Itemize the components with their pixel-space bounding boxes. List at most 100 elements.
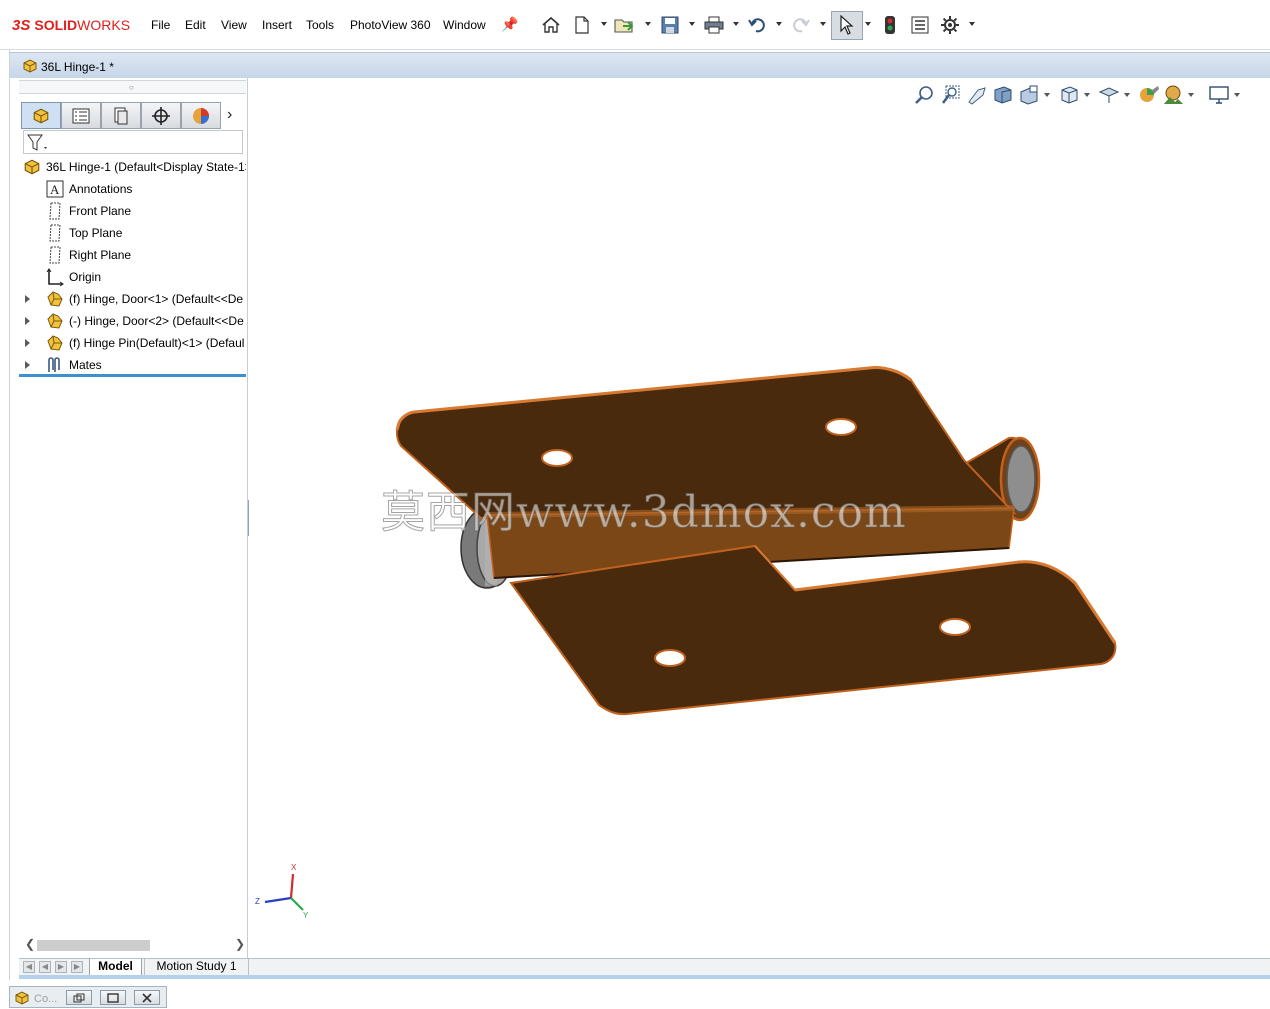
- first-tab-icon[interactable]: ◀: [23, 961, 35, 973]
- propertymanager-icon: [72, 108, 90, 123]
- traffic-light-icon[interactable]: [879, 14, 901, 36]
- bottom-tab-bar: ◀ ◀ ▶ ▶ Model Motion Study 1: [19, 958, 1270, 976]
- triad-z-axis: [264, 896, 292, 904]
- tree-item-label: (f) Hinge, Door<1> (Default<<De: [69, 292, 244, 306]
- new-dropdown-arrow[interactable]: [601, 22, 607, 26]
- tree-item-hinge-door-2[interactable]: (-) Hinge, Door<2> (Default<<De: [19, 310, 246, 332]
- triad-y-axis: [290, 897, 304, 911]
- assembly-icon: [15, 991, 29, 1005]
- tree-item-origin[interactable]: Origin: [19, 266, 246, 288]
- undo-icon[interactable]: [746, 14, 768, 36]
- panel-horizontal-scrollbar[interactable]: ❮ ❯: [21, 936, 246, 954]
- part-icon: [47, 313, 63, 329]
- print-dropdown-arrow[interactable]: [733, 22, 739, 26]
- pin-menu-icon[interactable]: 📌: [501, 16, 518, 33]
- select-icon[interactable]: [835, 14, 857, 36]
- scroll-right-icon[interactable]: ❯: [235, 937, 245, 951]
- configurationmanager-tab[interactable]: [101, 102, 141, 129]
- menu-edit[interactable]: Edit: [185, 18, 206, 32]
- more-tabs-chevron-icon[interactable]: ›: [227, 106, 232, 124]
- options-dropdown-arrow[interactable]: [969, 22, 975, 26]
- scroll-left-icon[interactable]: ❮: [25, 937, 35, 951]
- display-manager-icon: [193, 107, 209, 124]
- menu-file[interactable]: File: [151, 18, 170, 32]
- dimxpert-tab[interactable]: [141, 102, 181, 129]
- panel-grip[interactable]: ○: [19, 80, 246, 94]
- watermark-text: 莫西网www.3dmox.com: [381, 487, 907, 539]
- next-tab-icon[interactable]: ▶: [55, 961, 67, 973]
- tree-item-label: Front Plane: [69, 204, 132, 218]
- tree-item-top-plane[interactable]: Top Plane: [19, 222, 246, 244]
- restore-button[interactable]: [66, 990, 92, 1005]
- configurationmanager-icon: [114, 107, 128, 124]
- propertymanager-tab[interactable]: [61, 102, 101, 129]
- tree-item-label: (f) Hinge Pin(Default)<1> (Defaul: [69, 336, 245, 350]
- tree-filter[interactable]: [23, 130, 243, 154]
- print-icon[interactable]: [703, 14, 725, 36]
- menu-tools[interactable]: Tools: [306, 18, 334, 32]
- tree-item-mates[interactable]: Mates: [19, 354, 246, 376]
- tree-item-annotations[interactable]: A Annotations: [19, 178, 246, 200]
- menu-view[interactable]: View: [221, 18, 247, 32]
- open-icon[interactable]: [614, 14, 636, 36]
- graphics-viewport[interactable]: 莫西网www.3dmox.com X Z Y: [249, 78, 1270, 958]
- tab-model[interactable]: Model: [89, 959, 142, 976]
- reference-triad[interactable]: X Z Y: [253, 860, 313, 920]
- solidworks-window: 3S SOLIDWORKS File Edit View Insert Tool…: [0, 0, 1270, 1009]
- home-icon[interactable]: [540, 14, 562, 36]
- tree-root-label: 36L Hinge-1 (Default<Display State-1>: [46, 160, 246, 174]
- save-icon[interactable]: [659, 14, 681, 36]
- menu-bar: 3S SOLIDWORKS File Edit View Insert Tool…: [0, 0, 1270, 50]
- prev-tab-icon[interactable]: ◀: [39, 961, 51, 973]
- select-dropdown-arrow[interactable]: [865, 22, 871, 26]
- expand-arrow-icon[interactable]: [25, 295, 30, 303]
- tree-item-right-plane[interactable]: Right Plane: [19, 244, 246, 266]
- tree-item-label: (-) Hinge, Door<2> (Default<<De: [69, 314, 244, 328]
- options-gear-icon[interactable]: [939, 14, 961, 36]
- save-dropdown-arrow[interactable]: [689, 22, 695, 26]
- feature-manager-panel: ○ › 36L Hinge-1 (Default<Display State-1…: [19, 78, 248, 958]
- mates-icon: [48, 357, 60, 372]
- panel-tab-strip: [21, 102, 246, 129]
- document-title-bar: 36L Hinge-1 *: [10, 52, 1270, 78]
- close-button[interactable]: [134, 990, 160, 1005]
- new-document-icon[interactable]: [571, 14, 593, 36]
- tree-item-label: Mates: [69, 358, 102, 372]
- expand-arrow-icon[interactable]: [25, 339, 30, 347]
- open-dropdown-arrow[interactable]: [645, 22, 651, 26]
- menu-photoview[interactable]: PhotoView 360: [350, 18, 431, 32]
- minimized-window[interactable]: Co...: [9, 986, 167, 1008]
- logo-text-solid: SOLID: [34, 17, 78, 33]
- tree-root[interactable]: 36L Hinge-1 (Default<Display State-1>: [19, 156, 246, 178]
- redo-icon[interactable]: [790, 14, 812, 36]
- tree-item-hinge-door-1[interactable]: (f) Hinge, Door<1> (Default<<De: [19, 288, 246, 310]
- tree-item-front-plane[interactable]: Front Plane: [19, 200, 246, 222]
- maximize-icon: [107, 992, 119, 1003]
- feature-tree: 36L Hinge-1 (Default<Display State-1> A …: [19, 156, 246, 376]
- maximize-button[interactable]: [100, 990, 126, 1005]
- close-icon: [142, 992, 152, 1003]
- logo-text: SOLIDWORKS: [34, 17, 130, 33]
- expand-arrow-icon[interactable]: [25, 361, 30, 369]
- rollback-bar[interactable]: [19, 374, 246, 377]
- featuremanager-icon: [33, 108, 49, 123]
- origin-icon: [46, 268, 64, 286]
- menu-window[interactable]: Window: [443, 18, 486, 32]
- featuremanager-tab[interactable]: [21, 102, 61, 129]
- minimized-area: [0, 980, 1270, 1009]
- tree-item-hinge-pin[interactable]: (f) Hinge Pin(Default)<1> (Defaul: [19, 332, 246, 354]
- display-manager-tab[interactable]: [181, 102, 221, 129]
- file-properties-icon[interactable]: [909, 14, 931, 36]
- last-tab-icon[interactable]: ▶: [71, 961, 83, 973]
- undo-dropdown-arrow[interactable]: [776, 22, 782, 26]
- expand-arrow-icon[interactable]: [25, 317, 30, 325]
- restore-icon: [73, 993, 85, 1002]
- menu-insert[interactable]: Insert: [262, 18, 292, 32]
- minimized-window-title: Co...: [34, 993, 58, 1005]
- scrollbar-thumb[interactable]: [37, 940, 150, 951]
- plane-icon: [49, 246, 61, 264]
- part-icon: [47, 335, 63, 351]
- left-edge-strip: [0, 50, 10, 980]
- tab-motion-study[interactable]: Motion Study 1: [144, 959, 249, 976]
- redo-dropdown-arrow[interactable]: [820, 22, 826, 26]
